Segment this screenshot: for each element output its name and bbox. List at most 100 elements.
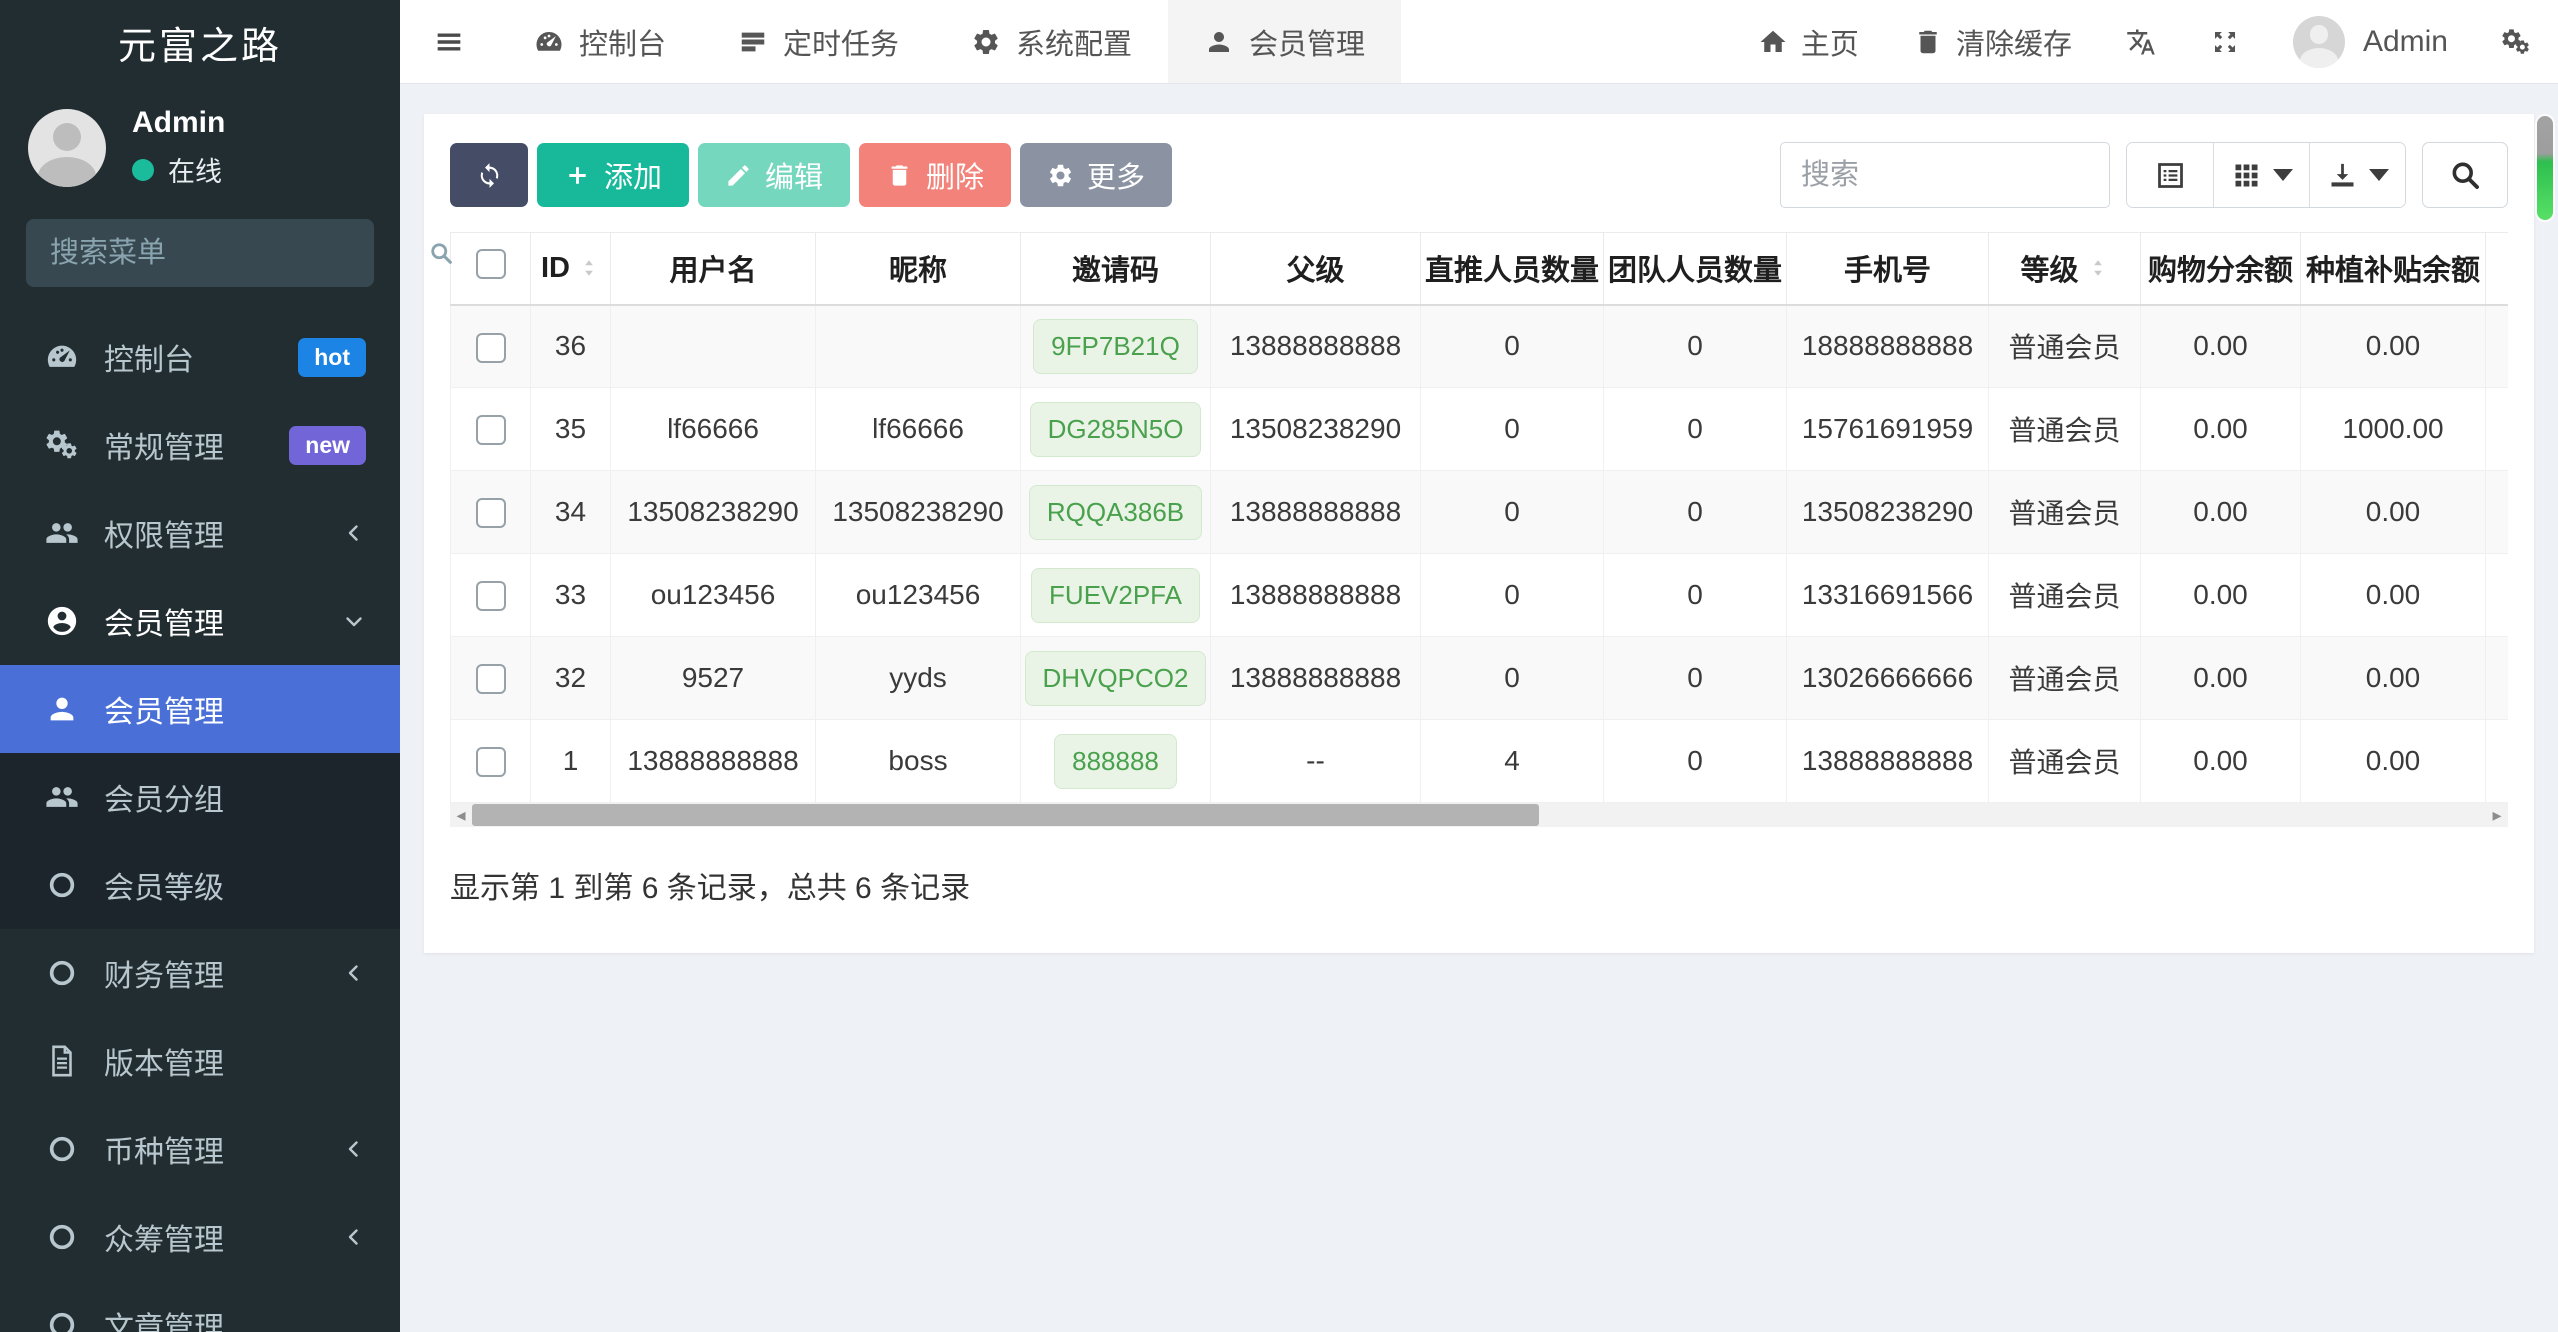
clear-cache-link[interactable]: 清除缓存 [1886,0,2099,83]
column-header-phone[interactable]: 手机号 [1786,232,1989,306]
cell-checkbox [450,636,531,720]
column-header-level[interactable]: 等级 [1988,232,2141,306]
sidebar-item-crowdfunding-management[interactable]: 众筹管理 [0,1193,400,1281]
column-header-parent[interactable]: 父级 [1210,232,1421,306]
cell-shopping_balance: 0.00 [2140,553,2301,637]
row-checkbox[interactable] [475,415,506,446]
sidebar-item-member-levels[interactable]: 会员等级 [0,841,400,929]
sidebar-item-member-list[interactable]: 会员管理 [0,665,400,753]
cell-direct_count: 0 [1420,387,1604,471]
cell-shopping_balance: 0.00 [2140,719,2301,803]
tab-cron-tasks[interactable]: 定时任务 [702,0,935,83]
export-button[interactable] [2309,143,2405,207]
delete-button[interactable]: 删除 [859,143,1012,207]
content-area: 添加 编辑 删除 更多 搜索 ID 用户名 昵称 邀请码 父级 直推人员数量 团… [400,84,2558,1332]
row-checkbox[interactable] [475,747,506,778]
table-row[interactable]: 1 13888888888 boss 888888 -- 4 0 13888888888 普通会… [450,719,2508,803]
cell-phone: 13508238290 [1786,470,1989,554]
tachometer-icon [38,340,86,374]
table-row[interactable]: 36 9FP7B21Q 13888888888 0 0 18888888888 普通会员 0.… [450,304,2508,388]
cell-parent: -- [1210,719,1421,803]
column-header-checkbox[interactable] [450,232,531,306]
sidebar-item-permission-management[interactable]: 权限管理 [0,489,400,577]
scroll-right-arrow-icon[interactable]: ▸ [2486,805,2508,826]
scrollbar-thumb[interactable] [472,804,1540,826]
column-header-nickname[interactable]: 昵称 [815,232,1021,306]
table-header-row: ID 用户名 昵称 邀请码 父级 直推人员数量 团队人员数量 手机号 等级 购物分余额 种植补贴余额 [450,232,2508,306]
sidebar-item-finance-management[interactable]: 财务管理 [0,929,400,1017]
sidebar-item-label: 币种管理 [104,1136,224,1169]
add-button[interactable]: 添加 [537,143,690,207]
sort-icon [2087,257,2109,279]
detail-view-button[interactable] [2127,143,2213,207]
sidebar-search-input[interactable] [50,236,427,270]
refresh-button[interactable] [450,143,528,207]
cell-invite_code: DG285N5O [1020,387,1211,471]
sidebar-item-member-management[interactable]: 会员管理 [0,577,400,665]
tab-dashboard[interactable]: 控制台 [498,0,702,83]
cell-parent: 13888888888 [1210,304,1421,388]
column-label: 昵称 [888,255,947,288]
column-header-id[interactable]: ID [530,232,611,306]
delete-label: 删除 [926,162,985,194]
edit-button[interactable]: 编辑 [698,143,851,207]
row-checkbox[interactable] [475,332,506,363]
invite-code-badge: DHVQPCO2 [1024,650,1207,706]
cell-phone: 13026666666 [1786,636,1989,720]
cell-level: 普通会员 [1988,553,2141,637]
sidebar-item-member-groups[interactable]: 会员分组 [0,753,400,841]
row-checkbox[interactable] [475,498,506,529]
column-header-direct_count[interactable]: 直推人员数量 [1420,232,1604,306]
row-checkbox[interactable] [475,664,506,695]
language-button[interactable] [2099,0,2183,83]
table-row[interactable]: 33 ou123456 ou123456 FUEV2PFA 13888888888 0 0 1… [450,553,2508,637]
search-submit-button[interactable] [2422,142,2508,208]
row-checkbox[interactable] [475,581,506,612]
invite-code-badge: FUEV2PFA [1031,567,1200,623]
gear-icon [971,27,1001,57]
cell-phone: 18888888888 [1786,304,1989,388]
tab-label: 系统配置 [1016,28,1133,61]
cell-nickname: boss [815,719,1021,803]
tab-system-config[interactable]: 系统配置 [935,0,1168,83]
search-icon[interactable] [427,239,455,267]
select-all-checkbox[interactable] [475,249,506,280]
trash-icon [1913,27,1943,57]
fullscreen-button[interactable] [2183,0,2267,83]
invite-code-badge: DG285N5O [1029,401,1202,457]
sidebar-item-general-management[interactable]: 常规管理 new [0,401,400,489]
chevron-down-icon [2369,169,2389,181]
column-header-planting_balance[interactable]: 种植补贴余额 [2300,232,2486,306]
table-row[interactable]: 32 9527 yyds DHVQPCO2 13888888888 0 0 130266666… [450,636,2508,720]
sidebar-item-version-management[interactable]: 版本管理 [0,1017,400,1105]
sidebar-item-dashboard[interactable]: 控制台 hot [0,313,400,401]
more-button[interactable]: 更多 [1020,143,1173,207]
user-menu[interactable]: Admin [2267,15,2474,68]
column-header-invite_code[interactable]: 邀请码 [1020,232,1211,306]
home-link[interactable]: 主页 [1731,0,1886,83]
tab-member-management[interactable]: 会员管理 [1168,0,1402,83]
table-row[interactable]: 35 lf66666 lf66666 DG285N5O 13508238290 0 0 157… [450,387,2508,471]
column-label: 父级 [1286,255,1345,288]
clear-cache-label: 清除缓存 [1955,28,2072,61]
columns-button[interactable] [2213,143,2309,207]
settings-button[interactable] [2474,0,2558,83]
scrollbar-track[interactable] [472,803,2486,827]
hamburger-button[interactable] [400,0,498,83]
user-panel: Admin 在线 [0,84,400,215]
table-search-input[interactable] [1780,142,2110,208]
vertical-scrollbar-thumb[interactable] [2537,116,2553,220]
cell-username: 13508238290 [610,470,816,554]
sidebar-item-article-management[interactable]: 文章管理 [0,1281,400,1332]
sidebar-item-currency-management[interactable]: 币种管理 [0,1105,400,1193]
scroll-left-arrow-icon[interactable]: ◂ [450,805,472,826]
column-header-username[interactable]: 用户名 [610,232,816,306]
cell-id: 34 [530,470,611,554]
cell-overflow [2485,719,2508,803]
cell-id: 1 [530,719,611,803]
trash-icon [886,162,913,189]
column-header-team_count[interactable]: 团队人员数量 [1603,232,1787,306]
table-row[interactable]: 34 13508238290 13508238290 RQQA386B 13888888… [450,470,2508,554]
column-header-shopping_balance[interactable]: 购物分余额 [2140,232,2301,306]
user-circle-icon [38,604,86,638]
